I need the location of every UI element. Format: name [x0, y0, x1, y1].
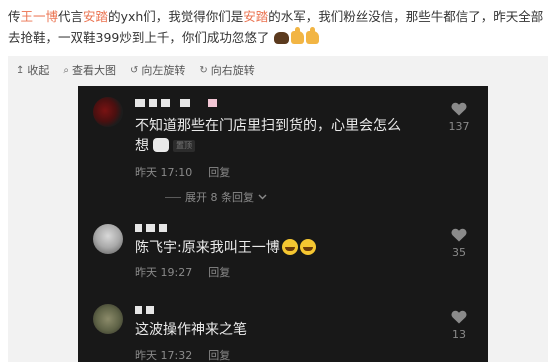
comment-time: 昨天 17:32	[135, 349, 193, 362]
rotate-left-button[interactable]: ↺ 向左旋转	[130, 62, 185, 78]
laugh-cry-emoji-icon	[281, 239, 298, 255]
avatar[interactable]	[93, 97, 123, 127]
expand-replies-button[interactable]: 展开 8 条回复	[165, 189, 267, 205]
comment-meta: 昨天 19:27 回复	[135, 264, 230, 280]
rotate-left-icon: ↺	[130, 64, 139, 76]
like-count: 35	[452, 246, 466, 259]
comment-text: 陈飞宇:原来我叫王一博	[135, 240, 280, 256]
collapse-icon: ↥	[16, 64, 25, 76]
image-viewer: ↥ 收起 ⌕ 查看大图 ↺ 向左旋转 ↻ 向右旋转 不知道那些在门店里扫到货的，…	[8, 56, 548, 362]
comment-screenshot: 不知道那些在门店里扫到货的，心里会怎么 想置顶 昨天 17:10 回复 137 …	[78, 86, 488, 362]
heart-icon	[451, 310, 467, 324]
bear-emoji-icon	[274, 32, 290, 44]
like-count: 13	[452, 328, 466, 341]
weibo-post-text: 传王一博代言安踏的yxh们，我觉得你们是安踏的水军，我们粉丝没信，那些牛都信了，…	[8, 6, 548, 48]
rotate-right-button[interactable]: ↻ 向右旋转	[199, 62, 254, 78]
like-button[interactable]: 35	[444, 228, 474, 259]
username-redacted	[135, 224, 167, 233]
reply-button[interactable]: 回复	[208, 264, 230, 280]
heart-icon	[451, 102, 467, 116]
rotate-right-icon: ↻	[199, 64, 208, 76]
pinned-badge: 置顶	[173, 140, 195, 152]
hashtag-highlight[interactable]: 王一博	[21, 9, 59, 24]
comment-text: 这波操作神来之笔	[135, 322, 247, 338]
like-button[interactable]: 137	[444, 102, 474, 133]
comment-meta: 昨天 17:32 回复	[135, 347, 230, 362]
rotate-right-label: 向右旋转	[210, 64, 255, 77]
comment-text: 不知道那些在门店里扫到货的，心里会怎么	[135, 118, 401, 134]
post-seg: 代言	[58, 9, 84, 24]
view-large-button[interactable]: ⌕ 查看大图	[63, 62, 116, 78]
heart-icon	[451, 228, 467, 242]
comment-text-line: 陈飞宇:原来我叫王一博	[135, 238, 316, 258]
comment-time: 昨天 19:27	[135, 266, 193, 279]
thumb-emoji-icon	[291, 27, 305, 44]
magnifier-icon: ⌕	[63, 64, 69, 76]
collapse-button[interactable]: ↥ 收起	[16, 62, 49, 78]
collapse-label: 收起	[27, 64, 50, 77]
laugh-cry-emoji-icon	[299, 239, 316, 255]
comment-text: 想	[135, 138, 149, 154]
rotate-left-label: 向左旋转	[141, 64, 186, 77]
divider	[165, 196, 181, 198]
username-redacted	[135, 306, 154, 315]
avatar[interactable]	[93, 304, 123, 334]
hashtag-highlight[interactable]: 安踏	[83, 9, 108, 24]
view-large-label: 查看大图	[72, 64, 116, 77]
avatar[interactable]	[93, 224, 123, 254]
hashtag-highlight[interactable]: 安踏	[243, 9, 268, 24]
post-seg: 的yxh们，我觉得你们是	[108, 9, 244, 24]
chevron-down-icon	[258, 194, 267, 200]
username-redacted	[135, 99, 217, 108]
post-seg: 传	[8, 9, 21, 24]
face-emoji-icon	[153, 138, 169, 152]
comment-meta: 昨天 17:10 回复	[135, 164, 230, 180]
reply-button[interactable]: 回复	[208, 347, 230, 362]
expand-label: 展开 8 条回复	[185, 191, 254, 204]
image-toolbar: ↥ 收起 ⌕ 查看大图 ↺ 向左旋转 ↻ 向右旋转	[16, 62, 255, 78]
comment-time: 昨天 17:10	[135, 166, 193, 179]
thumb-emoji-icon	[306, 27, 320, 44]
like-count: 137	[448, 120, 470, 133]
like-button[interactable]: 13	[444, 310, 474, 341]
comment-text-line2: 想 置顶	[135, 136, 195, 156]
reply-button[interactable]: 回复	[208, 164, 230, 180]
